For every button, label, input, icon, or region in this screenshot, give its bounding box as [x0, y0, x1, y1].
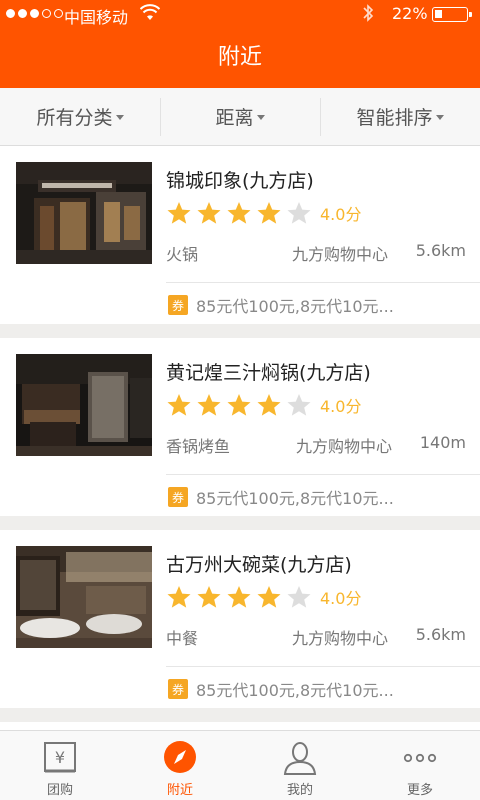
- star-empty-icon: [287, 586, 311, 608]
- filter-category[interactable]: 所有分类: [0, 88, 160, 145]
- divider: [166, 474, 480, 475]
- rating-stars: 4.0分: [166, 201, 361, 225]
- compass-icon: [162, 741, 198, 775]
- deal-text: 85元代100元,8元代10元...: [196, 297, 394, 316]
- shop-name: 锦城印象(九方店): [166, 170, 314, 192]
- status-bar: 中国移动 22%: [0, 0, 480, 28]
- shop-card[interactable]: 古万州大碗菜(九方店) 4.0分 中餐 九方购物中心 5.6km 券 85元代1…: [0, 530, 480, 708]
- more-dots-icon: [402, 741, 438, 775]
- shop-area: 九方购物中心: [292, 245, 389, 264]
- rating-stars: 4.0分: [166, 585, 361, 609]
- rating-score: 4.0分: [320, 589, 362, 608]
- filter-distance-label: 距离: [215, 107, 254, 129]
- tab-nearby-label: 附近: [166, 783, 193, 798]
- star-filled-icon: [227, 394, 251, 416]
- tab-mine-label: 我的: [286, 783, 313, 798]
- shop-area: 九方购物中心: [296, 437, 393, 456]
- shop-card[interactable]: 锦城印象(九方店) 4.0分 火锅 九方购物中心 5.6km 券 85元代100…: [0, 146, 480, 324]
- battery-icon: [432, 7, 472, 22]
- shop-photo: [16, 162, 152, 264]
- battery-level-fill: [435, 10, 442, 18]
- star-filled-icon: [257, 394, 281, 416]
- filter-category-label: 所有分类: [36, 107, 113, 129]
- filter-bar: 所有分类 距离 智能排序: [0, 88, 480, 146]
- rating-stars: 4.0分: [166, 393, 361, 417]
- filter-sort[interactable]: 智能排序: [320, 88, 480, 145]
- shop-photo: [16, 354, 152, 456]
- deal-text: 85元代100元,8元代10元...: [196, 681, 394, 700]
- tab-bar: ¥ 团购 附近 我的 更多: [0, 730, 480, 800]
- tab-nearby[interactable]: 附近: [120, 731, 240, 800]
- star-filled-icon: [257, 586, 281, 608]
- shop-name: 古万州大碗菜(九方店): [166, 554, 352, 576]
- carrier-name: 中国移动: [64, 8, 129, 27]
- divider: [166, 666, 480, 667]
- star-filled-icon: [257, 202, 281, 224]
- bluetooth-icon: [362, 3, 374, 28]
- star-filled-icon: [227, 586, 251, 608]
- tab-mine[interactable]: 我的: [240, 731, 360, 800]
- coupon-badge: 券: [168, 295, 188, 315]
- tab-more[interactable]: 更多: [360, 731, 480, 800]
- star-empty-icon: [287, 202, 311, 224]
- coupon-yen-icon: ¥: [42, 741, 78, 775]
- filter-sort-label: 智能排序: [356, 107, 433, 129]
- star-filled-icon: [227, 202, 251, 224]
- rating-score: 4.0分: [320, 397, 362, 416]
- tab-more-label: 更多: [406, 783, 433, 798]
- shop-area: 九方购物中心: [292, 629, 389, 648]
- shop-card[interactable]: 黄记煌三汁焖锅(九方店) 4.0分 香锅烤鱼 九方购物中心 140m 券 85元…: [0, 338, 480, 516]
- caret-down-icon: [115, 115, 124, 120]
- shop-category: 中餐: [166, 629, 199, 648]
- divider: [166, 282, 480, 283]
- battery-percent: 22%: [392, 4, 428, 23]
- signal-strength-icon: [6, 9, 63, 18]
- shop-distance: 5.6km: [415, 625, 466, 644]
- star-filled-icon: [167, 586, 191, 608]
- nav-bar: 附近: [0, 28, 480, 88]
- caret-down-icon: [435, 115, 444, 120]
- deal-text: 85元代100元,8元代10元...: [196, 489, 394, 508]
- shop-distance: 140m: [419, 433, 466, 452]
- rating-score: 4.0分: [320, 205, 362, 224]
- shop-category: 香锅烤鱼: [166, 437, 231, 456]
- star-filled-icon: [167, 202, 191, 224]
- coupon-badge: 券: [168, 679, 188, 699]
- shop-name: 黄记煌三汁焖锅(九方店): [166, 362, 371, 384]
- user-icon: [282, 741, 318, 775]
- shop-category: 火锅: [166, 245, 199, 264]
- tab-group-buy[interactable]: ¥ 团购: [0, 731, 120, 800]
- star-empty-icon: [287, 394, 311, 416]
- page-title: 附近: [217, 45, 262, 70]
- tab-group-buy-label: 团购: [46, 783, 73, 798]
- filter-distance[interactable]: 距离: [160, 88, 320, 145]
- star-filled-icon: [167, 394, 191, 416]
- deal-row[interactable]: 券 85元代100元,8元代10元...: [168, 485, 394, 509]
- star-filled-icon: [197, 202, 221, 224]
- wifi-icon: [139, 4, 161, 26]
- shop-distance: 5.6km: [415, 241, 466, 260]
- star-filled-icon: [197, 586, 221, 608]
- caret-down-icon: [256, 115, 265, 120]
- svg-text:¥: ¥: [55, 748, 65, 767]
- star-filled-icon: [197, 394, 221, 416]
- deal-row[interactable]: 券 85元代100元,8元代10元...: [168, 677, 394, 701]
- deal-row[interactable]: 券 85元代100元,8元代10元...: [168, 293, 394, 317]
- coupon-badge: 券: [168, 487, 188, 507]
- shop-photo: [16, 546, 152, 648]
